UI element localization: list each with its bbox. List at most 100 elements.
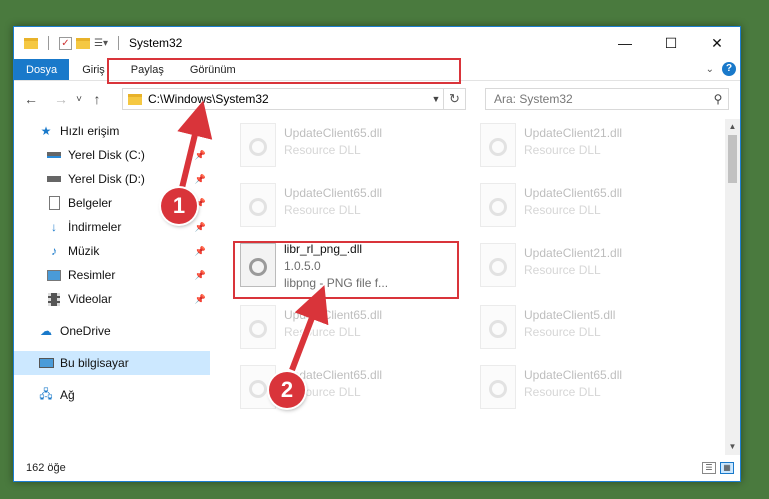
close-button[interactable]: ✕ bbox=[694, 27, 740, 59]
cloud-icon: ☁ bbox=[40, 324, 52, 338]
file-item[interactable]: UpdateClient21.dll Resource DLL bbox=[474, 239, 694, 297]
dll-file-icon bbox=[480, 123, 516, 167]
expand-ribbon-icon[interactable]: ⌄ bbox=[706, 64, 714, 75]
file-item[interactable]: UpdateClient65.dll Resource DLL bbox=[234, 119, 454, 177]
file-description: Resource DLL bbox=[524, 203, 601, 217]
sidebar-item-pictures[interactable]: Resimler 📌 bbox=[14, 263, 210, 287]
recent-locations-button[interactable]: ˅ bbox=[72, 94, 86, 105]
search-box[interactable]: Ara: System32 ⚲ bbox=[485, 88, 729, 110]
documents-icon bbox=[46, 196, 62, 210]
sidebar-item-label: Müzik bbox=[68, 244, 100, 258]
sidebar-item-onedrive[interactable]: ☁ OneDrive bbox=[14, 319, 210, 343]
sidebar-item-local-disk-c[interactable]: Yerel Disk (C:) 📌 bbox=[14, 143, 210, 167]
sidebar-item-label: Hızlı erişim bbox=[60, 124, 120, 138]
pin-icon[interactable]: 📌 bbox=[195, 150, 206, 161]
forward-button[interactable]: → bbox=[50, 91, 72, 107]
search-icon: ⚲ bbox=[713, 92, 723, 106]
pin-icon[interactable]: 📌 bbox=[195, 246, 206, 257]
status-bar: 162 öğe ☰ ▦ bbox=[14, 455, 740, 481]
file-item[interactable]: UpdateClient65.dll Resource DLL bbox=[234, 301, 454, 359]
search-input[interactable]: Ara: System32 bbox=[486, 92, 708, 106]
sidebar-item-videos[interactable]: Videolar 📌 bbox=[14, 287, 210, 311]
computer-icon bbox=[38, 356, 54, 370]
file-item[interactable]: UpdateClient21.dll Resource DLL bbox=[474, 119, 694, 177]
sidebar-item-label: OneDrive bbox=[60, 324, 111, 338]
sidebar-item-label: Videolar bbox=[68, 292, 112, 306]
scroll-down-icon[interactable]: ▼ bbox=[725, 439, 740, 455]
file-item[interactable]: UpdateClient65.dll Resource DLL bbox=[234, 361, 454, 419]
file-name: UpdateClient65.dll bbox=[524, 186, 623, 200]
sidebar-item-this-pc[interactable]: Bu bilgisayar bbox=[14, 351, 210, 375]
sidebar-item-label: Yerel Disk (C:) bbox=[68, 148, 145, 162]
drive-icon bbox=[46, 172, 62, 186]
file-item[interactable]: UpdateClient5.dll Resource DLL bbox=[474, 301, 694, 359]
step-callout-2: 2 bbox=[269, 372, 305, 408]
chevron-down-icon[interactable]: ▼ bbox=[429, 94, 443, 104]
downloads-icon: ↓ bbox=[51, 220, 57, 234]
file-item[interactable]: UpdateClient65.dll Resource DLL bbox=[474, 179, 694, 237]
customize-toolbar-icon[interactable]: ☰▾ bbox=[94, 38, 108, 49]
large-icons-view-icon[interactable]: ▦ bbox=[720, 462, 734, 474]
help-icon[interactable]: ? bbox=[722, 62, 736, 76]
sidebar-item-network[interactable]: 🖧 Ağ bbox=[14, 383, 210, 407]
minimize-button[interactable]: — bbox=[602, 27, 648, 59]
sidebar-item-quick-access[interactable]: ★ Hızlı erişim bbox=[14, 119, 210, 143]
back-button[interactable]: ← bbox=[20, 91, 42, 107]
up-button[interactable]: ↑ bbox=[86, 91, 108, 107]
network-icon: 🖧 bbox=[39, 386, 53, 401]
sidebar-item-label: Yerel Disk (D:) bbox=[68, 172, 145, 186]
ribbon-right: ⌄ ? bbox=[706, 62, 736, 76]
properties-icon[interactable]: ✓ bbox=[59, 36, 72, 50]
music-icon: ♪ bbox=[51, 244, 57, 258]
sidebar-item-label: Ağ bbox=[60, 388, 75, 402]
file-item[interactable]: UpdateClient65.dll Resource DLL bbox=[474, 361, 694, 419]
file-description: Resource DLL bbox=[284, 143, 361, 157]
sidebar-item-label: İndirmeler bbox=[68, 220, 122, 234]
address-bar-highlight bbox=[107, 58, 461, 84]
pin-icon[interactable]: 📌 bbox=[195, 294, 206, 305]
scroll-up-icon[interactable]: ▲ bbox=[725, 119, 740, 135]
file-name: UpdateClient65.dll bbox=[284, 308, 383, 322]
file-description: Resource DLL bbox=[524, 325, 601, 339]
maximize-button[interactable]: ☐ bbox=[648, 27, 694, 59]
navigation-pane: ★ Hızlı erişim Yerel Disk (C:) 📌 Yerel D… bbox=[14, 119, 210, 455]
title-bar: ✓ ☰▾ System32 — ☐ ✕ bbox=[14, 27, 740, 59]
tab-dosya[interactable]: Dosya bbox=[14, 59, 70, 80]
dll-file-icon bbox=[240, 305, 276, 349]
scroll-thumb[interactable] bbox=[728, 135, 737, 183]
dll-file-icon bbox=[240, 123, 276, 167]
dll-file-icon bbox=[480, 365, 516, 409]
navigation-bar: ← → ˅ ↑ C:\Windows\System32 ▼ ↻ Ara: Sys… bbox=[14, 81, 740, 117]
details-view-icon[interactable]: ☰ bbox=[702, 462, 716, 474]
sidebar-item-label: Belgeler bbox=[68, 196, 113, 210]
pin-icon[interactable]: 📌 bbox=[195, 174, 206, 185]
videos-icon bbox=[46, 292, 62, 306]
file-item[interactable]: UpdateClient65.dll Resource DLL bbox=[234, 179, 454, 237]
window-controls: — ☐ ✕ bbox=[602, 27, 740, 59]
pin-icon[interactable]: 📌 bbox=[195, 222, 206, 233]
toolbar-divider bbox=[117, 36, 119, 50]
sidebar-item-music[interactable]: ♪ Müzik 📌 bbox=[14, 239, 210, 263]
file-description: Resource DLL bbox=[524, 143, 601, 157]
address-path[interactable]: C:\Windows\System32 bbox=[148, 92, 429, 106]
dll-file-icon bbox=[480, 243, 516, 287]
folder-icon bbox=[24, 37, 38, 49]
file-name: UpdateClient65.dll bbox=[284, 186, 383, 200]
new-folder-icon[interactable] bbox=[76, 37, 90, 49]
file-description: Resource DLL bbox=[524, 385, 601, 399]
vertical-scrollbar[interactable]: ▲ ▼ bbox=[725, 119, 740, 455]
refresh-button[interactable]: ↻ bbox=[443, 89, 465, 109]
quick-access-toolbar: ✓ ☰▾ System32 bbox=[14, 36, 182, 50]
address-bar[interactable]: C:\Windows\System32 ▼ ↻ bbox=[122, 88, 466, 110]
step-callout-1: 1 bbox=[161, 188, 197, 224]
file-name: UpdateClient65.dll bbox=[284, 126, 383, 140]
file-name: UpdateClient5.dll bbox=[524, 308, 616, 322]
pictures-icon bbox=[46, 268, 62, 282]
pin-icon[interactable]: 📌 bbox=[195, 270, 206, 281]
dll-file-icon bbox=[480, 183, 516, 227]
folder-icon bbox=[128, 93, 142, 105]
star-icon: ★ bbox=[40, 124, 52, 138]
